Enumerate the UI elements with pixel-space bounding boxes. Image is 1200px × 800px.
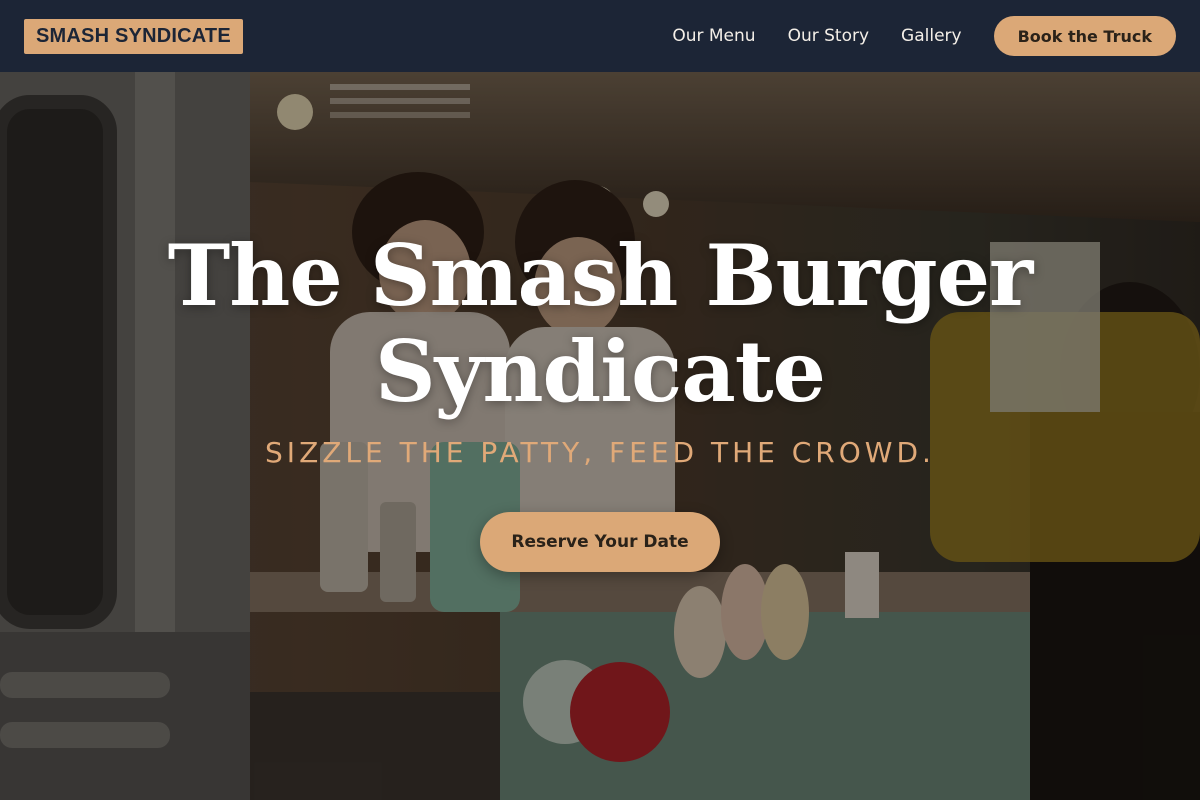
hero-title: The Smash Burger Syndicate: [100, 228, 1100, 420]
nav-link-our-story[interactable]: Our Story: [788, 26, 869, 46]
hero-title-line-1: The Smash Burger: [167, 226, 1034, 325]
top-navbar: SMASH SYNDICATE Our Menu Our Story Galle…: [0, 0, 1200, 72]
hero-content: The Smash Burger Syndicate SIZZLE THE PA…: [0, 72, 1200, 800]
site-logo[interactable]: SMASH SYNDICATE: [24, 18, 243, 54]
nav-link-gallery[interactable]: Gallery: [901, 26, 962, 46]
nav-link-our-menu[interactable]: Our Menu: [672, 26, 755, 46]
reserve-date-button[interactable]: Reserve Your Date: [480, 512, 720, 572]
hero-section: The Smash Burger Syndicate SIZZLE THE PA…: [0, 72, 1200, 800]
book-truck-button[interactable]: Book the Truck: [993, 16, 1176, 56]
hero-tagline: SIZZLE THE PATTY, FEED THE CROWD.: [265, 436, 935, 469]
nav-links: Our Menu Our Story Gallery: [672, 26, 961, 46]
hero-title-line-2: Syndicate: [374, 322, 826, 421]
